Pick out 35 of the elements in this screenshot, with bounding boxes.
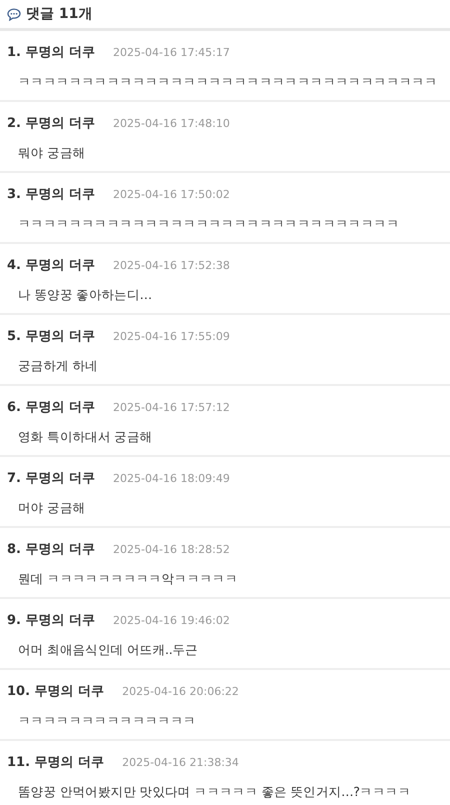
comment-author: 7. 무명의 더쿠 [7, 470, 96, 487]
comment-count: 댓글 11개 [26, 5, 92, 23]
comment-author: 1. 무명의 더쿠 [7, 44, 96, 61]
comment-time: 2025-04-16 17:45:17 [113, 46, 230, 59]
comment-text: 어머 최애음식인데 어뜨캐..두근 [17, 642, 199, 659]
comment-author: 4. 무명의 더쿠 [7, 257, 96, 274]
comment-text: ㅋㅋㅋㅋㅋㅋㅋㅋㅋㅋㅋㅋㅋㅋㅋㅋㅋㅋㅋㅋㅋㅋㅋㅋㅋㅋㅋㅋㅋㅋㅋㅋㅋ [17, 74, 438, 91]
comment-author: 10. 무명의 더쿠 [7, 683, 104, 700]
comment-author: 5. 무명의 더쿠 [7, 328, 96, 345]
comment-author: 2. 무명의 더쿠 [7, 115, 96, 132]
comment-author: 3. 무명의 더쿠 [7, 186, 96, 203]
speech-bubble-icon [7, 8, 21, 20]
comment-time: 2025-04-16 17:48:10 [113, 117, 230, 130]
comment-time: 2025-04-16 17:55:09 [113, 330, 230, 343]
comment-time: 2025-04-16 19:46:02 [113, 614, 230, 627]
comment-author: 8. 무명의 더쿠 [7, 541, 96, 558]
comment-time: 2025-04-16 21:38:34 [122, 756, 239, 769]
comment-text: ㅋㅋㅋㅋㅋㅋㅋㅋㅋㅋㅋㅋㅋㅋ [17, 713, 197, 730]
comment-text: 똠양꿍 안먹어봤지만 맛있다며 ㅋㅋㅋㅋㅋ 좋은 뜻인거지…?ㅋㅋㅋㅋ [17, 784, 412, 801]
comment-time: 2025-04-16 17:57:12 [113, 401, 230, 414]
comment-time: 2025-04-16 20:06:22 [122, 685, 239, 698]
comment-time: 2025-04-16 17:50:02 [113, 188, 230, 201]
comment-text: 뭔데 ㅋㅋㅋㅋㅋㅋㅋㅋㅋ악ㅋㅋㅋㅋㅋ [17, 571, 239, 588]
comment-time: 2025-04-16 18:28:52 [113, 543, 230, 556]
comment-text: 나 똥양꿍 좋아하는디… [17, 287, 153, 304]
comment-text: 뭐야 궁금해 [17, 145, 86, 162]
comment-time: 2025-04-16 17:52:38 [113, 259, 230, 272]
comment-text: ㅋㅋㅋㅋㅋㅋㅋㅋㅋㅋㅋㅋㅋㅋㅋㅋㅋㅋㅋㅋㅋㅋㅋㅋㅋㅋㅋㅋㅋㅋ [17, 216, 400, 233]
comment-author: 6. 무명의 더쿠 [7, 399, 96, 416]
comment-author: 9. 무명의 더쿠 [7, 612, 96, 629]
comment-text: 영화 특이하대서 궁금해 [17, 429, 154, 446]
comment-text: 머야 궁금해 [17, 500, 86, 517]
comment-author: 11. 무명의 더쿠 [7, 754, 104, 771]
comment-time: 2025-04-16 18:09:49 [113, 472, 230, 485]
comment-text: 궁금하게 하네 [17, 358, 99, 375]
